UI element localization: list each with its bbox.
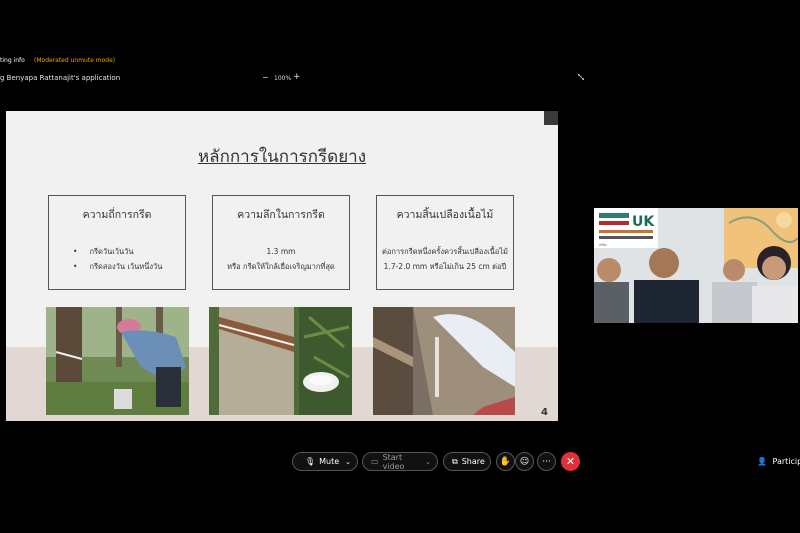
- tapping-hand-photo: [373, 307, 515, 415]
- consumption-heading: ความสิ้นเปลืองเนื้อไม้: [396, 209, 494, 221]
- chevron-down-icon[interactable]: ⌄: [425, 458, 431, 466]
- zoom-out-button[interactable]: −: [262, 73, 269, 82]
- reactions-button[interactable]: ☺: [515, 452, 534, 471]
- mute-button[interactable]: 🎙 Mute ⌄: [292, 452, 358, 471]
- share-button[interactable]: ⧉ Share: [443, 452, 491, 471]
- shared-content-title: g Benyapa Rattanajit's application: [0, 74, 121, 82]
- leave-meeting-button[interactable]: ✕: [561, 452, 580, 471]
- frequency-bullets: กรีดวันเว้นวัน กรีดสองวัน เว้นหนึ่งวัน: [73, 244, 162, 274]
- frequency-box: ความถี่การกรีด กรีดวันเว้นวัน กรีดสองวัน…: [48, 195, 186, 290]
- close-icon: ✕: [565, 455, 576, 468]
- depth-heading: ความลึกในการกรีด: [237, 209, 325, 221]
- text-line: หรือ กรีดให้ใกล้เยื่อเจริญมากที่สุด: [227, 262, 335, 271]
- video-camera-icon: ▭: [371, 457, 379, 466]
- consumption-text: ต่อการกรีดหนึ่งครั้งควรสิ้นเปลืองเนื้อไม…: [377, 244, 513, 274]
- text-line: 1.7-2.0 mm หรือไม่เกิน 25 cm ต่อปี: [383, 262, 507, 271]
- slide-page-number: 4: [541, 407, 548, 418]
- more-options-button[interactable]: ···: [537, 452, 556, 471]
- shared-slide: หลักการในการกรีดยาง ความถี่การกรีด กรีดว…: [6, 111, 558, 421]
- person-icon: 👤: [757, 457, 767, 466]
- participants-label: Participa: [772, 457, 800, 466]
- latex-collecting-photo: [46, 307, 189, 415]
- meeting-info-label[interactable]: ting info: [0, 57, 25, 64]
- start-video-button[interactable]: ▭ Start video ⌄: [362, 452, 438, 471]
- zoom-level: 100%: [274, 75, 292, 82]
- banner-text: บริษัท: [599, 243, 606, 247]
- participants-button[interactable]: 👤 Participa: [757, 457, 800, 466]
- chevron-down-icon[interactable]: ⌄: [345, 458, 351, 466]
- more-icon: ···: [542, 456, 551, 467]
- smiley-icon: ☺: [519, 456, 530, 467]
- start-video-label: Start video: [382, 452, 405, 471]
- slide-title: หลักการในการกรีดยาง: [197, 147, 367, 167]
- bullet-item: กรีดสองวัน เว้นหนึ่งวัน: [73, 259, 162, 274]
- slide-corner-block: [544, 111, 558, 125]
- text-line: 1.3 mm: [266, 247, 296, 256]
- consumption-box: ความสิ้นเปลืองเนื้อไม้ ต่อการกรีดหนึ่งคร…: [376, 195, 514, 290]
- bullet-item: กรีดวันเว้นวัน: [73, 244, 162, 259]
- share-screen-icon: ⧉: [452, 456, 458, 466]
- depth-box: ความลึกในการกรีด 1.3 mm หรือ กรีดให้ใกล้…: [212, 195, 350, 290]
- raise-hand-button[interactable]: ✋: [496, 452, 515, 471]
- hand-icon: ✋: [499, 456, 512, 467]
- microphone-icon: 🎙: [305, 457, 316, 466]
- depth-text: 1.3 mm หรือ กรีดให้ใกล้เยื่อเจริญมากที่ส…: [213, 244, 349, 274]
- zoom-in-button[interactable]: +: [293, 72, 301, 82]
- expand-icon[interactable]: [578, 74, 584, 80]
- tapped-tree-photo: [209, 307, 352, 415]
- text-line: ต่อการกรีดหนึ่งครั้งควรสิ้นเปลืองเนื้อไม…: [382, 247, 508, 256]
- logo-text: UK: [632, 214, 655, 230]
- share-label: Share: [461, 457, 485, 466]
- unmute-mode-label: (Moderated unmute mode): [34, 57, 116, 64]
- participant-video[interactable]: UK บริษัท: [594, 208, 798, 323]
- frequency-heading: ความถี่การกรีด: [82, 209, 152, 221]
- mute-label: Mute: [319, 457, 340, 466]
